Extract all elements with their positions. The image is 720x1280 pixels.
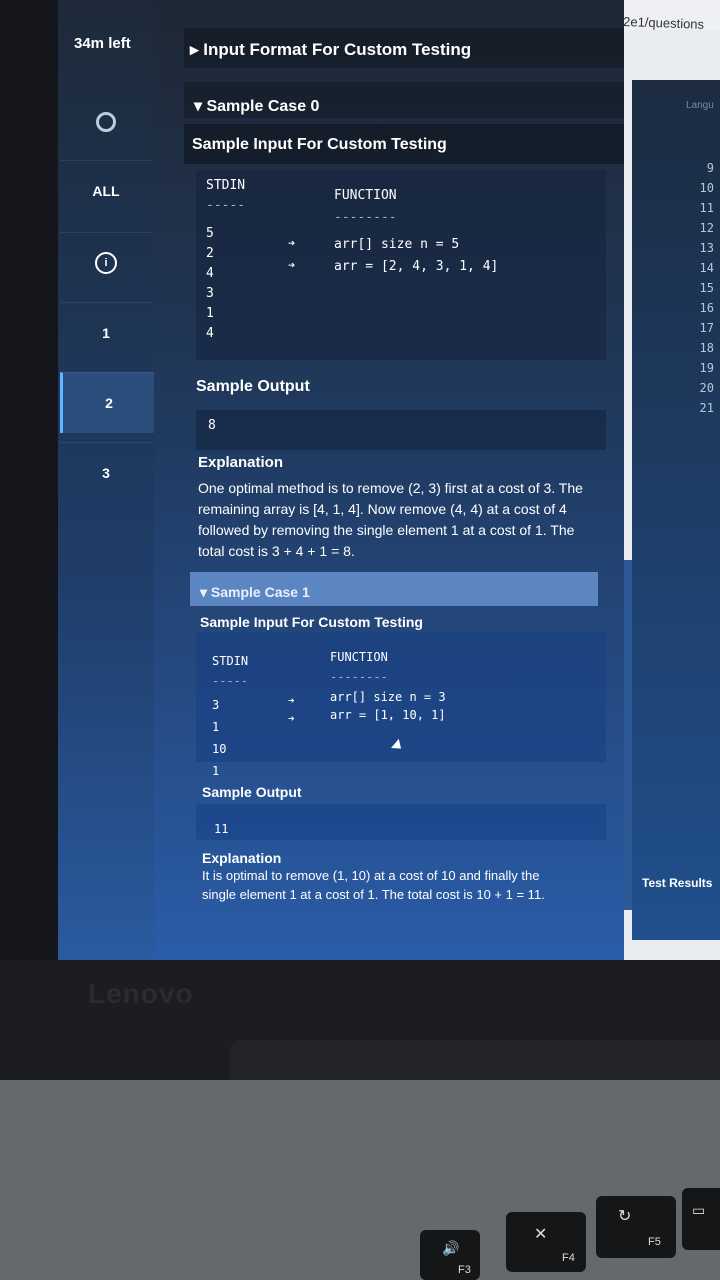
case0-stdin-label: STDIN [206, 178, 246, 193]
language-selector[interactable]: Langu [686, 100, 714, 111]
line-number: 21 [699, 401, 714, 415]
chevron-down-icon: ▾ [194, 98, 207, 115]
case1-output-title: Sample Output [202, 784, 302, 800]
sidebar-settings[interactable] [60, 92, 152, 152]
case0-explanation-text: One optimal method is to remove (2, 3) f… [198, 480, 583, 559]
case0-output-title: Sample Output [196, 378, 310, 395]
volume-up-icon: 🔊 [442, 1240, 460, 1256]
sidebar-item-all[interactable]: ALL [60, 160, 152, 221]
case1-output-box [196, 804, 606, 840]
line-number: 18 [699, 341, 714, 355]
key-f3: 🔊 F3 [420, 1230, 480, 1280]
case0-function-dash: -------- [334, 210, 397, 225]
case0-function-values: arr[] size n = 5 arr = [2, 4, 3, 1, 4] [334, 234, 498, 278]
line-number: 15 [699, 281, 714, 295]
case1-stdin-label: STDIN [212, 654, 249, 668]
chevron-down-icon: ▾ [200, 584, 211, 600]
refresh-icon: ↻ [618, 1208, 632, 1225]
arrow-right-icon: ➔ [288, 258, 296, 272]
arrow-right-icon: ➔ [288, 712, 295, 725]
case1-explanation-text: It is optimal to remove (1, 10) at a cos… [202, 868, 545, 902]
case0-output-value: 8 [208, 418, 216, 433]
line-number: 20 [699, 381, 714, 395]
stdin-line: 1 [212, 764, 220, 778]
case0-input-title: Sample Input For Custom Testing [192, 136, 447, 153]
case1-stdin-dash: ----- [212, 674, 249, 688]
case1-output-value: 11 [214, 822, 229, 836]
function-line: arr = [1, 10, 1] [330, 708, 446, 722]
stdin-line: 3 [206, 286, 214, 301]
case0-output-box [196, 410, 606, 450]
problem-statement: ▸ Input Format For Custom Testing ▾ Samp… [154, 0, 624, 960]
case1-explanation-title: Explanation [202, 850, 282, 866]
chevron-right-icon: ▸ [190, 40, 204, 59]
case1-stdin-values: 3 1 10 1 [212, 694, 226, 782]
line-number: 14 [699, 261, 714, 275]
laptop-brand-logo: Lenovo [88, 978, 194, 1009]
line-number: 11 [699, 201, 714, 215]
line-number: 10 [699, 181, 714, 195]
line-number: 17 [699, 321, 714, 335]
key-f4: ✕ F4 [506, 1212, 586, 1272]
content-scrollbar[interactable] [624, 560, 632, 910]
line-number: 13 [699, 241, 714, 255]
key-f6: ▭ [682, 1188, 720, 1250]
display-icon: ▭ [692, 1202, 706, 1218]
function-line: arr[] size n = 3 [330, 690, 446, 704]
stdin-line: 4 [206, 326, 214, 341]
test-results-tab[interactable]: Test Results [642, 876, 712, 890]
sample-case-0-toggle[interactable]: ▾ Sample Case 0 [194, 96, 319, 116]
case0-function-label: FUNCTION [334, 188, 397, 203]
stdin-line: 10 [212, 742, 227, 756]
function-line: arr[] size n = 5 [334, 237, 460, 252]
input-format-heading[interactable]: ▸ Input Format For Custom Testing [190, 40, 471, 60]
sidebar-item-info[interactable]: i [60, 232, 152, 293]
case0-arrows: ➔ ➔ [288, 232, 295, 276]
sample-case-1-toggle[interactable]: ▾ Sample Case 1 [200, 584, 310, 601]
case1-arrows: ➔ ➔ [288, 692, 295, 728]
mic-mute-icon: ✕ [534, 1226, 548, 1243]
case1-input-title: Sample Input For Custom Testing [200, 614, 423, 630]
sidebar-item-question-3[interactable]: 3 [60, 442, 152, 503]
sidebar-item-question-2[interactable]: 2 [60, 372, 155, 433]
case0-stdin-dash: ----- [206, 198, 246, 213]
time-remaining: 34m left [74, 35, 131, 52]
case1-function-values: arr[] size n = 3 arr = [1, 10, 1] [330, 688, 446, 724]
stdin-line: 4 [206, 266, 214, 281]
gear-icon [96, 112, 116, 132]
arrow-right-icon: ➔ [288, 236, 296, 250]
line-numbers: 9 10 11 12 13 14 15 16 17 18 19 20 21 [690, 158, 714, 418]
line-number: 9 [706, 161, 714, 175]
stdin-line: 5 [206, 226, 214, 241]
info-icon: i [95, 252, 117, 274]
line-number: 19 [699, 361, 714, 375]
line-number: 16 [699, 301, 714, 315]
stdin-line: 1 [206, 306, 214, 321]
line-number: 12 [699, 221, 714, 235]
stdin-line: 3 [212, 698, 220, 712]
case1-function-dash: -------- [330, 670, 388, 684]
arrow-right-icon: ➔ [288, 694, 295, 707]
function-line: arr = [2, 4, 3, 1, 4] [334, 259, 499, 274]
case1-function-label: FUNCTION [330, 650, 388, 664]
sidebar-item-question-1[interactable]: 1 [60, 302, 152, 363]
stdin-line: 2 [206, 246, 214, 261]
key-f5: ↻ F5 [596, 1196, 676, 1258]
case0-explanation-title: Explanation [198, 454, 284, 471]
case0-stdin-values: 5 2 4 3 1 4 [206, 224, 214, 344]
stdin-line: 1 [212, 720, 220, 734]
